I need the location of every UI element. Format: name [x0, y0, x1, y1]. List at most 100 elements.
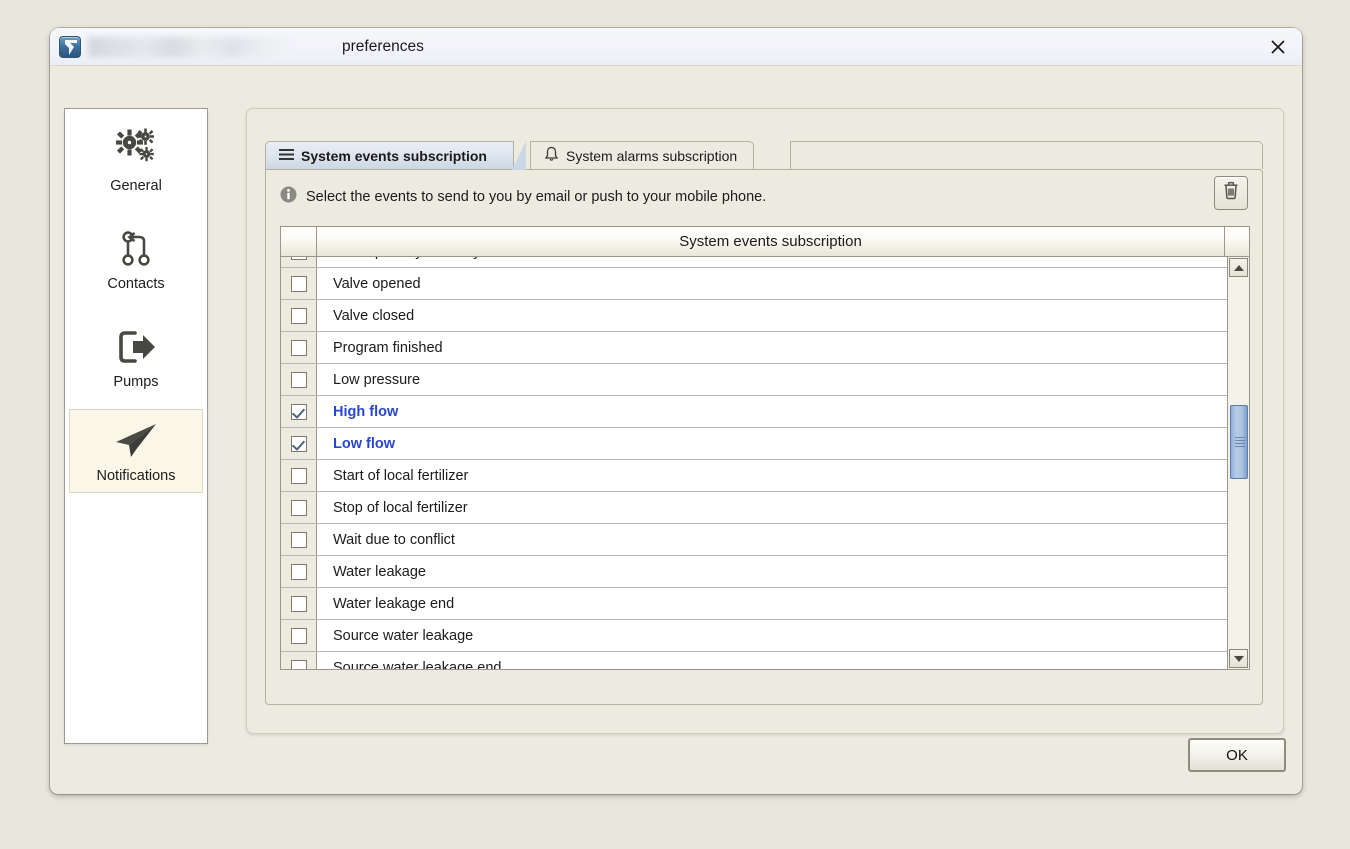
row-label: Low flow [333, 435, 396, 452]
table-row[interactable]: Water leakage [281, 556, 1227, 588]
table-row[interactable]: Source water leakage [281, 620, 1227, 652]
window-body: General Contacts Pumps Notifications Sys… [50, 66, 1302, 794]
tab-strip: System events subscription System alarms… [265, 141, 1263, 170]
row-checkbox-cell[interactable] [281, 396, 317, 427]
checkbox-unchecked-icon[interactable] [290, 595, 307, 612]
table-row[interactable]: Source water leakage end [281, 652, 1227, 669]
table-row[interactable]: Valve opened [281, 268, 1227, 300]
sidebar-item-label: Pumps [113, 374, 159, 390]
vertical-scrollbar[interactable] [1227, 257, 1249, 669]
table-row[interactable]: High flow [281, 396, 1227, 428]
row-label: Low pressure [333, 371, 421, 388]
sidebar-item-notifications[interactable]: Notifications [69, 409, 203, 493]
scrollbar-grip-icon [1235, 435, 1245, 449]
row-checkbox-cell[interactable] [281, 588, 317, 619]
sidebar-item-contacts[interactable]: Contacts [69, 217, 203, 301]
info-row: Select the events to send to you by emai… [280, 186, 766, 208]
info-text: Select the events to send to you by emai… [306, 189, 767, 205]
table-row[interactable]: Water leakage end [281, 588, 1227, 620]
checkbox-checked-icon[interactable] [290, 435, 307, 452]
table-row[interactable]: Low pressure [281, 364, 1227, 396]
tab-label: System alarms subscription [566, 147, 738, 164]
row-checkbox-cell[interactable] [281, 300, 317, 331]
row-checkbox-cell[interactable] [281, 364, 317, 395]
checkbox-unchecked-icon[interactable] [290, 499, 307, 516]
sidebar-item-label: Notifications [96, 468, 176, 484]
up-arrow-glyph [1233, 264, 1244, 271]
checkbox-unchecked-icon[interactable] [290, 659, 307, 669]
table-row[interactable]: Wait due to conflict [281, 524, 1227, 556]
table-header-row: System events subscription [281, 227, 1249, 257]
tab-system-events-subscription[interactable]: System events subscription [265, 141, 526, 170]
sidebar-item-pumps[interactable]: Pumps [69, 315, 203, 399]
table-header-checkbox-cell [281, 227, 317, 256]
down-arrow-glyph [1233, 655, 1244, 662]
row-checkbox-cell[interactable] [281, 556, 317, 587]
tab-system-alarms-subscription[interactable]: System alarms subscription [530, 141, 755, 169]
trash-icon [1222, 181, 1240, 205]
checkbox-unchecked-icon[interactable] [290, 563, 307, 580]
row-label: Water leakage end [333, 595, 455, 612]
table-row[interactable]: Interrupted by new day start [281, 257, 1227, 268]
checkbox-unchecked-icon[interactable] [290, 275, 307, 292]
checkbox-unchecked-icon[interactable] [290, 627, 307, 644]
scroll-up-arrow-icon[interactable] [1229, 258, 1248, 277]
title-redacted-text [88, 37, 290, 57]
ok-button[interactable]: OK [1188, 738, 1286, 772]
table-rows-viewport: Interrupted by new day start Valve opened… [281, 257, 1227, 669]
row-label: Water leakage [333, 563, 426, 580]
window-title: preferences [342, 38, 424, 55]
row-label: Interrupted by new day start [317, 257, 513, 260]
sidebar-item-label: General [110, 178, 162, 194]
close-icon[interactable] [1264, 34, 1292, 60]
checkbox-unchecked-icon[interactable] [290, 371, 307, 388]
checkbox-unchecked-icon[interactable] [290, 339, 307, 356]
sidebar-item-general[interactable]: General [69, 119, 203, 203]
sidebar-item-label: Contacts [107, 276, 165, 292]
table-row[interactable]: Program finished [281, 332, 1227, 364]
scroll-down-arrow-icon[interactable] [1229, 649, 1248, 668]
row-label: Source water leakage end [333, 659, 502, 670]
checkbox-unchecked-icon[interactable] [290, 531, 307, 548]
row-checkbox-cell[interactable] [281, 257, 317, 267]
table-row[interactable]: Valve closed [281, 300, 1227, 332]
list-lines-icon [279, 148, 294, 164]
row-label: High flow [333, 403, 399, 420]
paper-plane-icon [70, 416, 202, 466]
main-panel: System events subscription System alarms… [246, 108, 1284, 734]
checkbox-unchecked-icon[interactable] [290, 467, 307, 484]
row-checkbox-cell[interactable] [281, 268, 317, 299]
title-bar: preferences [50, 28, 1302, 66]
row-checkbox-cell[interactable] [281, 332, 317, 363]
table-rows: Interrupted by new day start Valve opened… [281, 257, 1227, 669]
row-label: Stop of local fertilizer [333, 499, 468, 516]
gears-icon [70, 126, 202, 176]
row-checkbox-cell[interactable] [281, 524, 317, 555]
row-label: Wait due to conflict [333, 531, 455, 548]
table-row[interactable]: Stop of local fertilizer [281, 492, 1227, 524]
row-checkbox-cell[interactable] [281, 460, 317, 491]
row-checkbox-cell[interactable] [281, 620, 317, 651]
ok-button-label: OK [1226, 746, 1248, 764]
bell-icon [544, 146, 559, 165]
checkbox-unchecked-icon[interactable] [290, 307, 307, 324]
row-checkbox-cell[interactable] [281, 652, 317, 669]
tab-panel-events: Select the events to send to you by emai… [265, 169, 1263, 705]
row-label: Valve opened [333, 275, 421, 292]
row-label: Start of local fertilizer [333, 467, 469, 484]
sidebar: General Contacts Pumps Notifications [64, 108, 208, 744]
row-checkbox-cell[interactable] [281, 492, 317, 523]
app-logo-icon [59, 36, 81, 58]
scrollbar-thumb[interactable] [1230, 405, 1248, 479]
row-checkbox-cell[interactable] [281, 428, 317, 459]
table-header-title: System events subscription [317, 227, 1225, 256]
tab-strip-filler [790, 141, 1263, 169]
preferences-window: preferences General Contacts Pumps Notif… [50, 28, 1302, 794]
delete-button[interactable] [1214, 176, 1248, 210]
table-row[interactable]: Start of local fertilizer [281, 460, 1227, 492]
table-row[interactable]: Low flow [281, 428, 1227, 460]
events-table: System events subscription Interrupted b… [280, 226, 1250, 670]
checkbox-checked-icon[interactable] [290, 403, 307, 420]
row-label: Valve closed [333, 307, 415, 324]
checkbox-unchecked-icon[interactable] [290, 257, 307, 260]
